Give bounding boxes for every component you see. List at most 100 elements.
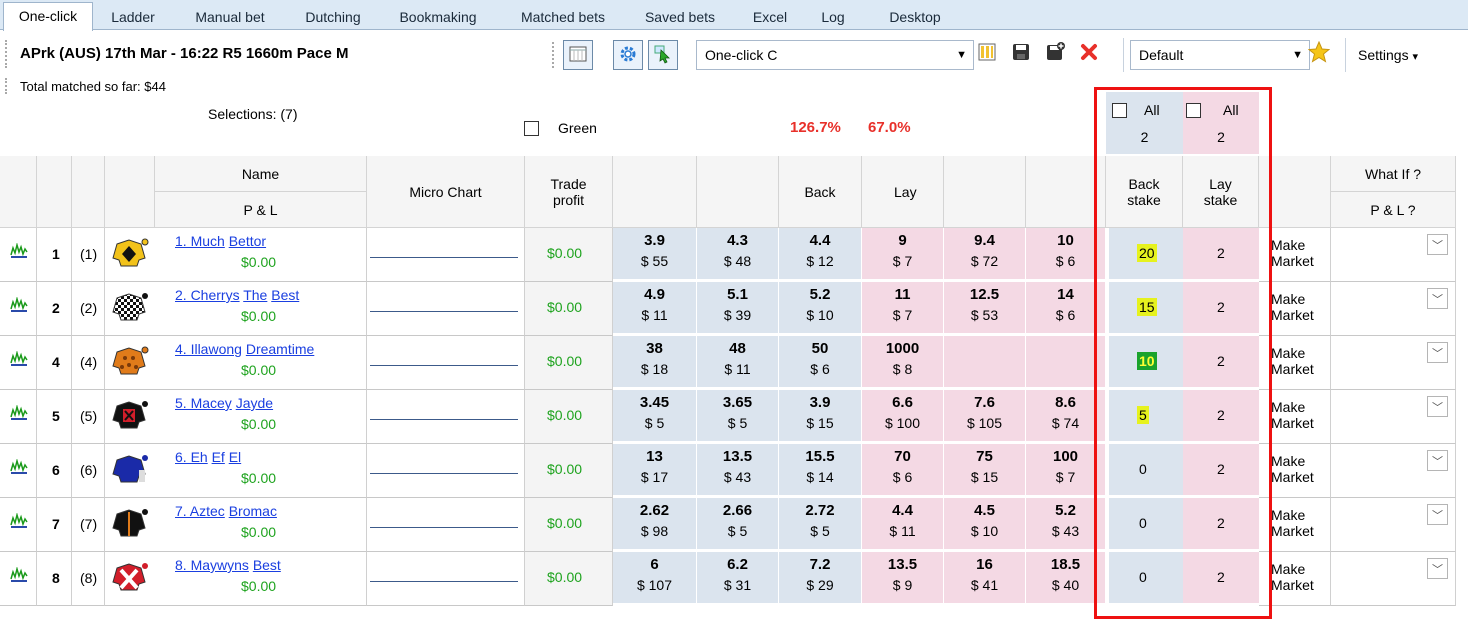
- what-if-dropdown[interactable]: ﹀: [1427, 288, 1448, 309]
- back-price-cell[interactable]: 3.45 $ 5: [613, 390, 697, 444]
- back-price-cell[interactable]: 4.9 $ 11: [613, 282, 697, 336]
- settings-menu[interactable]: Settings ▾: [1358, 47, 1418, 63]
- chart-icon[interactable]: [10, 458, 28, 478]
- runner-name-link[interactable]: 8. Maywyns Best: [175, 557, 281, 573]
- config-button[interactable]: [613, 40, 643, 70]
- back-price-cell[interactable]: 5.1 $ 39: [697, 282, 779, 336]
- layout-select[interactable]: Default ▼: [1130, 40, 1310, 70]
- back-price-cell[interactable]: 2.66 $ 5: [697, 498, 779, 552]
- runner-name-part[interactable]: Best: [253, 557, 281, 573]
- runner-name-part[interactable]: 8. Maywyns: [175, 557, 249, 573]
- trade-profit-cell[interactable]: $0.00: [525, 498, 613, 552]
- make-market-button[interactable]: Make Market: [1271, 291, 1325, 323]
- tab-log[interactable]: Log: [808, 6, 858, 30]
- back-price-cell[interactable]: 13 $ 17: [613, 444, 697, 498]
- back-price-cell[interactable]: 38 $ 18: [613, 336, 697, 390]
- header-pl[interactable]: P & L: [155, 192, 367, 228]
- back-price-cell[interactable]: 50 $ 6: [779, 336, 862, 390]
- tab-ladder[interactable]: Ladder: [100, 6, 166, 30]
- lay-price-cell[interactable]: 1000 $ 8: [862, 336, 944, 390]
- lay-price-cell[interactable]: 9.4 $ 72: [944, 228, 1026, 282]
- runner-name-link[interactable]: 4. Illawong Dreamtime: [175, 341, 314, 357]
- tab-saved-bets[interactable]: Saved bets: [632, 6, 728, 30]
- runner-name-part[interactable]: El: [229, 449, 241, 465]
- chart-icon[interactable]: [10, 350, 28, 370]
- runner-name-link[interactable]: 1. Much Bettor: [175, 233, 266, 249]
- lay-price-cell[interactable]: 4.4 $ 11: [862, 498, 944, 552]
- runner-name-part[interactable]: Jayde: [236, 395, 273, 411]
- make-market-button[interactable]: Make Market: [1271, 399, 1325, 431]
- make-market-button[interactable]: Make Market: [1271, 453, 1325, 485]
- lay-price-cell[interactable]: 4.5 $ 10: [944, 498, 1026, 552]
- chart-icon[interactable]: [10, 512, 28, 532]
- lay-price-cell[interactable]: 13.5 $ 9: [862, 552, 944, 606]
- header-what-if[interactable]: What If ?: [1331, 156, 1456, 192]
- what-if-dropdown[interactable]: ﹀: [1427, 342, 1448, 363]
- runner-name-part[interactable]: 7. Aztec: [175, 503, 225, 519]
- tab-matched-bets[interactable]: Matched bets: [504, 6, 622, 30]
- save-as-button[interactable]: [1042, 42, 1068, 68]
- back-price-cell[interactable]: 15.5 $ 14: [779, 444, 862, 498]
- runner-name-part[interactable]: Dreamtime: [246, 341, 314, 357]
- runner-name-part[interactable]: 4. Illawong: [175, 341, 242, 357]
- back-price-cell[interactable]: 3.9 $ 15: [779, 390, 862, 444]
- trade-profit-cell[interactable]: $0.00: [525, 390, 613, 444]
- make-market-button[interactable]: Make Market: [1271, 345, 1325, 377]
- profile-select[interactable]: One-click C ▼: [696, 40, 974, 70]
- tab-manual-bet[interactable]: Manual bet: [180, 6, 280, 30]
- chart-button[interactable]: [563, 40, 593, 70]
- runner-name-link[interactable]: 5. Macey Jayde: [175, 395, 273, 411]
- make-market-button[interactable]: Make Market: [1271, 561, 1325, 593]
- make-market-button[interactable]: Make Market: [1271, 507, 1325, 539]
- lay-price-cell[interactable]: 75 $ 15: [944, 444, 1026, 498]
- lay-price-cell[interactable]: 11 $ 7: [862, 282, 944, 336]
- what-if-dropdown[interactable]: ﹀: [1427, 396, 1448, 417]
- back-price-cell[interactable]: 3.9 $ 55: [613, 228, 697, 282]
- chart-cell[interactable]: [0, 390, 37, 444]
- chart-icon[interactable]: [10, 296, 28, 316]
- runner-name-part[interactable]: The: [243, 287, 267, 303]
- chart-icon[interactable]: [10, 242, 28, 262]
- cursor-button[interactable]: [648, 40, 678, 70]
- trade-profit-cell[interactable]: $0.00: [525, 444, 613, 498]
- delete-button[interactable]: [1076, 42, 1102, 68]
- favourite-button[interactable]: [1306, 40, 1332, 68]
- chart-icon[interactable]: [10, 404, 28, 424]
- back-price-cell[interactable]: 13.5 $ 43: [697, 444, 779, 498]
- back-price-cell[interactable]: 2.62 $ 98: [613, 498, 697, 552]
- header-micro-chart[interactable]: Micro Chart: [367, 156, 525, 228]
- lay-price-cell[interactable]: 70 $ 6: [862, 444, 944, 498]
- what-if-dropdown[interactable]: ﹀: [1427, 558, 1448, 579]
- chart-cell[interactable]: [0, 552, 37, 606]
- header-pl-question[interactable]: P & L ?: [1331, 192, 1456, 228]
- runner-name-part[interactable]: 1. Much: [175, 233, 225, 249]
- chart-cell[interactable]: [0, 282, 37, 336]
- chart-cell[interactable]: [0, 498, 37, 552]
- runner-name-part[interactable]: Ef: [212, 449, 225, 465]
- runner-name-link[interactable]: 6. Eh Ef El: [175, 449, 241, 465]
- header-name[interactable]: Name: [155, 156, 367, 192]
- lay-price-cell[interactable]: 7.6 $ 105: [944, 390, 1026, 444]
- toolbar-grip[interactable]: [5, 40, 9, 68]
- back-price-cell[interactable]: 4.4 $ 12: [779, 228, 862, 282]
- back-price-cell[interactable]: 7.2 $ 29: [779, 552, 862, 606]
- back-price-cell[interactable]: 3.65 $ 5: [697, 390, 779, 444]
- tab-dutching[interactable]: Dutching: [290, 6, 376, 30]
- what-if-dropdown[interactable]: ﹀: [1427, 234, 1448, 255]
- chart-icon[interactable]: [10, 566, 28, 586]
- runner-name-part[interactable]: 5. Macey: [175, 395, 232, 411]
- what-if-dropdown[interactable]: ﹀: [1427, 450, 1448, 471]
- runner-name-part[interactable]: Bromac: [229, 503, 277, 519]
- lay-price-cell[interactable]: 12.5 $ 53: [944, 282, 1026, 336]
- back-price-cell[interactable]: 6.2 $ 31: [697, 552, 779, 606]
- green-checkbox[interactable]: [524, 121, 539, 136]
- tab-bookmaking[interactable]: Bookmaking: [386, 6, 490, 30]
- runner-name-part[interactable]: 6. Eh: [175, 449, 208, 465]
- runner-name-part[interactable]: Bettor: [229, 233, 266, 249]
- lay-price-cell[interactable]: 6.6 $ 100: [862, 390, 944, 444]
- trade-profit-cell[interactable]: $0.00: [525, 336, 613, 390]
- tab-excel[interactable]: Excel: [740, 6, 800, 30]
- runner-name-link[interactable]: 7. Aztec Bromac: [175, 503, 277, 519]
- runner-name-part[interactable]: Best: [271, 287, 299, 303]
- runner-name-part[interactable]: 2. Cherrys: [175, 287, 240, 303]
